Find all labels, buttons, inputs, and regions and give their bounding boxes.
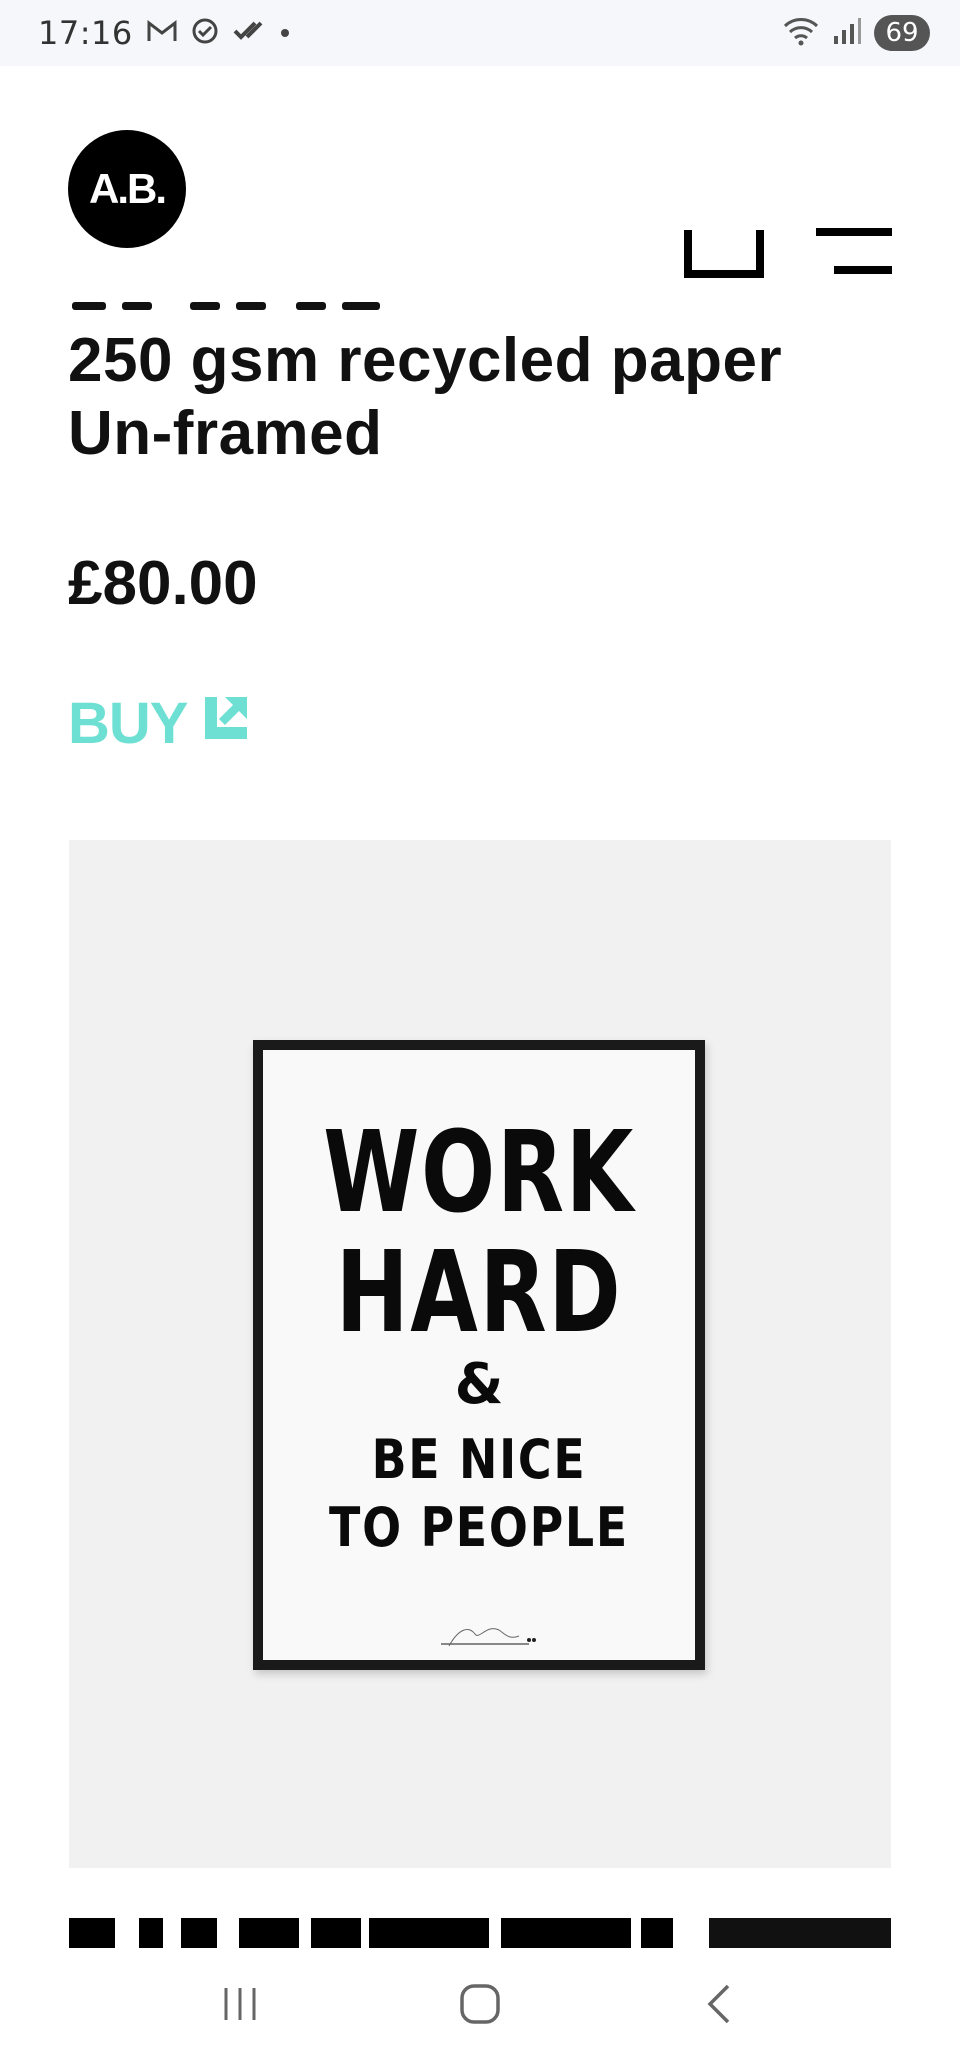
next-product-image-peek [69, 1918, 891, 1948]
gmail-icon [147, 19, 177, 47]
poster-text-line: HARD [335, 1228, 623, 1358]
poster-frame: WORK HARD & BE NICE TO PEOPLE [253, 1040, 705, 1670]
hamburger-menu-icon[interactable] [812, 162, 892, 282]
system-nav-bar [0, 1948, 960, 2059]
product-image[interactable]: WORK HARD & BE NICE TO PEOPLE [69, 840, 891, 1868]
done-all-icon [233, 19, 265, 47]
page: 17:16 69 A.B. 250 gsm recycled paper Un-… [0, 0, 960, 2059]
buy-label: BUY [68, 691, 188, 756]
buy-button[interactable]: BUY [68, 690, 251, 757]
wifi-icon [782, 16, 820, 50]
status-time: 17:16 [38, 14, 133, 52]
poster-text-line: WORK [323, 1108, 635, 1238]
product-spec-paper: 250 gsm recycled paper [68, 326, 783, 395]
poster-text-line: & [454, 1352, 504, 1417]
status-right: 69 [782, 15, 930, 51]
signature-mark [439, 1620, 539, 1650]
status-bar: 17:16 69 [0, 0, 960, 66]
poster-text-line: TO PEOPLE [329, 1496, 629, 1559]
battery-icon: 69 [874, 15, 930, 51]
signal-icon [832, 16, 862, 50]
status-left: 17:16 [38, 14, 291, 52]
poster-text-line: BE NICE [371, 1428, 587, 1491]
external-link-arrow-icon [201, 690, 251, 757]
dot-icon [279, 24, 291, 43]
back-icon[interactable] [680, 1974, 760, 2034]
brand-logo[interactable]: A.B. [68, 130, 186, 248]
home-icon[interactable] [440, 1974, 520, 2034]
product-price: £80.00 [68, 549, 258, 618]
site-header: A.B. [0, 66, 960, 306]
shopping-bag-icon[interactable] [684, 164, 764, 278]
product-spec-framing: Un-framed [68, 399, 383, 468]
clipped-text-remnant [70, 298, 390, 314]
recent-apps-icon[interactable] [200, 1974, 280, 2034]
check-circle-icon [191, 17, 219, 49]
